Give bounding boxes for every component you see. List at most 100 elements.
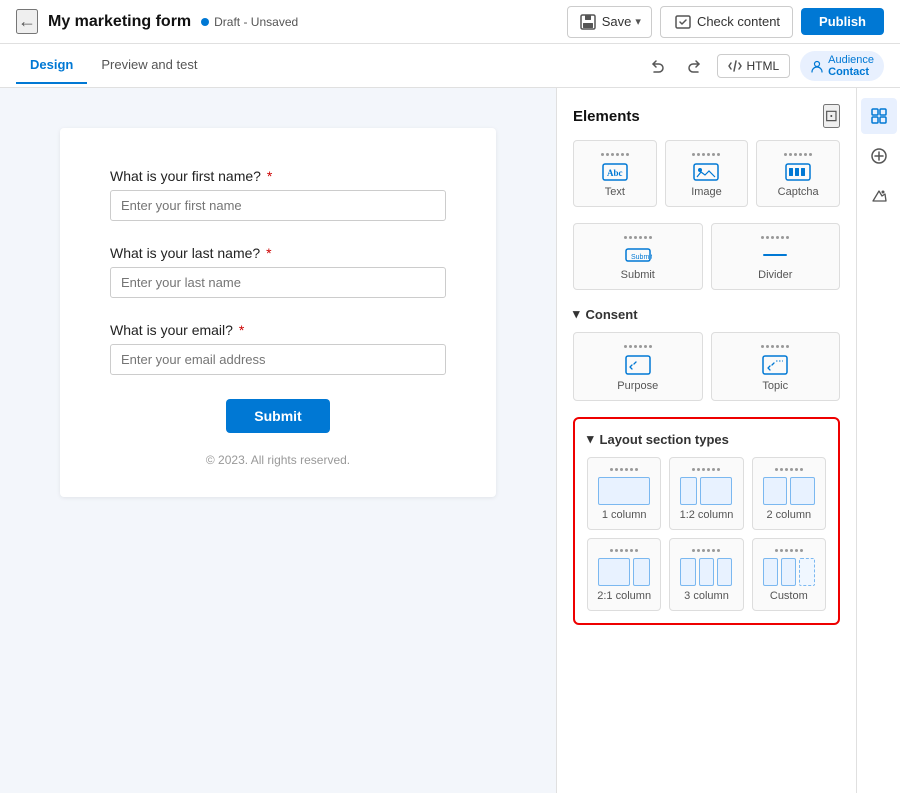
form-card: What is your first name? * What is your … — [60, 128, 496, 497]
svg-text:Submit: Submit — [631, 254, 652, 261]
last-name-label: What is your last name? * — [110, 245, 446, 261]
rp-elements-icon — [870, 107, 888, 125]
right-panel — [856, 88, 900, 793]
right-panel-elements-button[interactable] — [861, 98, 897, 134]
check-content-icon — [673, 12, 693, 32]
2-1col-dots — [610, 549, 638, 552]
draft-label: Draft - Unsaved — [214, 15, 298, 29]
audience-icon — [810, 59, 824, 73]
audience-label: Audience Contact — [828, 54, 874, 78]
submit-dots — [624, 236, 652, 239]
publish-button[interactable]: Publish — [801, 8, 884, 35]
rp-style-icon — [870, 187, 888, 205]
captcha-element-icon — [784, 162, 812, 182]
topbar: ← My marketing form Draft - Unsaved Save… — [0, 0, 900, 44]
3col-preview — [680, 558, 732, 586]
undo-button[interactable] — [645, 53, 671, 79]
elements-grid-2: Submit Submit Divider — [573, 223, 840, 290]
1-2col-preview — [680, 477, 732, 505]
check-content-button[interactable]: Check content — [660, 6, 793, 38]
purpose-element-icon — [624, 354, 652, 376]
purpose-dots — [624, 345, 652, 348]
subbar: Design Preview and test HTML — [0, 44, 900, 88]
text-dots — [601, 153, 629, 156]
save-dropdown-icon[interactable]: ▾ — [635, 15, 641, 28]
image-element-icon — [692, 162, 720, 182]
elements-sidebar: Elements ⊡ Abc Text — [556, 88, 856, 793]
draft-status: Draft - Unsaved — [201, 15, 298, 29]
topbar-right: Save ▾ Check content Publish — [567, 6, 884, 38]
email-input[interactable] — [110, 344, 446, 375]
submit-element-icon: Submit — [624, 245, 652, 265]
back-icon: ← — [18, 11, 36, 32]
save-button[interactable]: Save ▾ — [567, 6, 652, 38]
tab-preview[interactable]: Preview and test — [87, 47, 211, 84]
topbar-left: ← My marketing form Draft - Unsaved — [16, 9, 567, 34]
custom-dots — [775, 549, 803, 552]
consent-grid: Purpose Topic — [573, 332, 840, 401]
subbar-right: HTML Audience Contact — [645, 51, 884, 81]
elements-section-title: Elements ⊡ — [573, 104, 840, 128]
submit-button[interactable]: Submit — [226, 399, 329, 433]
consent-section: ▾ Consent Purpose — [573, 306, 840, 401]
first-name-input[interactable] — [110, 190, 446, 221]
divider-element-icon — [761, 245, 789, 265]
html-icon — [728, 59, 742, 73]
publish-label: Publish — [819, 14, 866, 29]
element-topic[interactable]: Topic — [711, 332, 841, 401]
1col-preview — [598, 477, 650, 505]
element-submit[interactable]: Submit Submit — [573, 223, 703, 290]
save-label: Save — [602, 14, 632, 29]
layout-grid: 1 column 1:2 column — [587, 457, 826, 611]
element-text[interactable]: Abc Text — [573, 140, 657, 207]
last-name-input[interactable] — [110, 267, 446, 298]
elements-expand-icon[interactable]: ⊡ — [823, 104, 840, 128]
form-canvas: What is your first name? * What is your … — [0, 88, 556, 793]
page-title: My marketing form — [48, 13, 191, 31]
element-image[interactable]: Image — [665, 140, 749, 207]
required-marker: * — [267, 168, 272, 184]
layout-1-2col[interactable]: 1:2 column — [669, 457, 743, 530]
2-1col-preview — [598, 558, 650, 586]
text-element-icon: Abc — [601, 162, 629, 182]
back-button[interactable]: ← — [16, 9, 38, 34]
layout-custom[interactable]: Custom — [752, 538, 826, 611]
svg-text:Abc: Abc — [607, 168, 623, 178]
image-dots — [692, 153, 720, 156]
layout-chevron[interactable]: ▾ — [587, 431, 594, 447]
topic-element-icon — [761, 354, 789, 376]
element-captcha[interactable]: Captcha — [756, 140, 840, 207]
element-purpose[interactable]: Purpose — [573, 332, 703, 401]
redo-icon — [685, 57, 703, 75]
required-marker-3: * — [239, 322, 244, 338]
layout-1col[interactable]: 1 column — [587, 457, 661, 530]
custom-preview — [763, 558, 815, 586]
consent-chevron[interactable]: ▾ — [573, 306, 580, 322]
draft-dot — [201, 18, 209, 26]
3col-dots — [692, 549, 720, 552]
required-marker-2: * — [266, 245, 271, 261]
tab-design[interactable]: Design — [16, 47, 87, 84]
right-panel-style-button[interactable] — [861, 178, 897, 214]
1col-dots — [610, 468, 638, 471]
layout-3col[interactable]: 3 column — [669, 538, 743, 611]
submit-section: Submit — [110, 399, 446, 433]
divider-dots — [761, 236, 789, 239]
main-layout: What is your first name? * What is your … — [0, 88, 900, 793]
form-field-email: What is your email? * — [110, 322, 446, 375]
form-field-firstname: What is your first name? * — [110, 168, 446, 221]
right-panel-add-button[interactable] — [861, 138, 897, 174]
html-button[interactable]: HTML — [717, 54, 790, 78]
subbar-tabs: Design Preview and test — [16, 47, 645, 84]
audience-badge: Audience Contact — [800, 51, 884, 81]
layout-section: ▾ Layout section types 1 column — [573, 417, 840, 625]
redo-button[interactable] — [681, 53, 707, 79]
elements-grid: Abc Text Image — [573, 140, 840, 207]
element-divider[interactable]: Divider — [711, 223, 841, 290]
topic-dots — [761, 345, 789, 348]
2col-preview — [763, 477, 815, 505]
html-label: HTML — [746, 59, 779, 73]
undo-icon — [649, 57, 667, 75]
layout-2-1col[interactable]: 2:1 column — [587, 538, 661, 611]
layout-2col[interactable]: 2 column — [752, 457, 826, 530]
